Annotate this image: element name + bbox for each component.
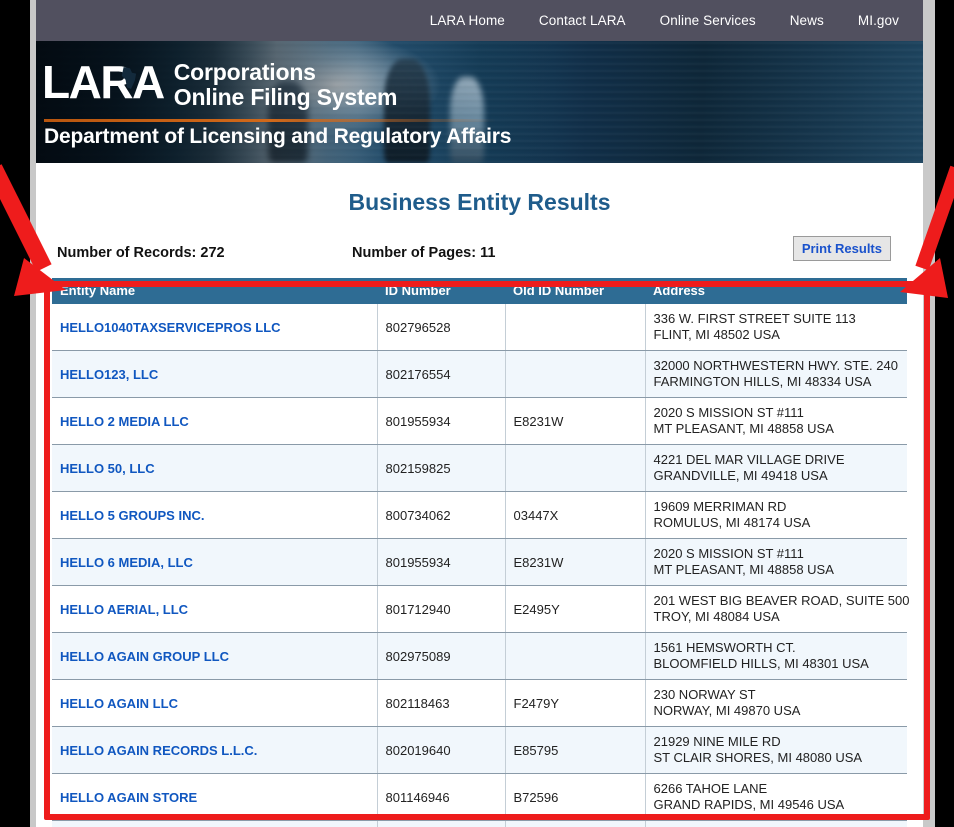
logo-orange-rule bbox=[44, 119, 496, 122]
table-row: HELLO AGENT CONNECT, LLC803062776 15001 K… bbox=[52, 820, 907, 827]
left-black-gutter bbox=[0, 0, 30, 827]
nav-lara-home[interactable]: LARA Home bbox=[430, 13, 505, 28]
lara-wordmark: LARA bbox=[42, 56, 165, 108]
nav-mi-gov[interactable]: MI.gov bbox=[858, 13, 899, 28]
nav-contact-lara[interactable]: Contact LARA bbox=[539, 13, 626, 28]
lara-logo[interactable]: LARA Corporations Online Filing System bbox=[42, 59, 397, 110]
top-navigation-bar: LARA Home Contact LARA Online Services N… bbox=[36, 0, 923, 41]
screenshot-root: LARA Home Contact LARA Online Services N… bbox=[0, 0, 954, 827]
logo-line-online-filing-system: Online Filing System bbox=[173, 84, 398, 110]
results-summary-row: Number of Records: 272 Number of Pages: … bbox=[52, 230, 907, 276]
nav-online-services[interactable]: Online Services bbox=[660, 13, 756, 28]
page-title: Business Entity Results bbox=[348, 189, 611, 215]
print-results-button[interactable]: Print Results bbox=[792, 236, 891, 261]
cell-id-number: 803062776 bbox=[376, 820, 505, 827]
cell-entity-name: HELLO AGENT CONNECT, LLC bbox=[52, 820, 377, 827]
site-banner: LARA Corporations Online Filing System D… bbox=[36, 41, 923, 163]
nav-news[interactable]: News bbox=[790, 13, 824, 28]
lara-logo-subtext: Corporations Online Filing System bbox=[174, 60, 398, 110]
cell-address: 15001 KERCHEVAL AVE PMB 519GROSSE POINTE… bbox=[644, 820, 907, 827]
logo-department-subtitle: Department of Licensing and Regulatory A… bbox=[44, 125, 512, 148]
number-of-records-label: Number of Records: 272 bbox=[57, 245, 225, 261]
lara-wordmark-text: LARA bbox=[42, 56, 165, 108]
right-black-gutter bbox=[935, 0, 954, 827]
number-of-pages-label: Number of Pages: 11 bbox=[352, 245, 496, 261]
cell-old-id-number bbox=[504, 820, 645, 827]
results-table-highlight-box bbox=[44, 281, 930, 820]
logo-line-corporations: Corporations bbox=[173, 59, 316, 85]
